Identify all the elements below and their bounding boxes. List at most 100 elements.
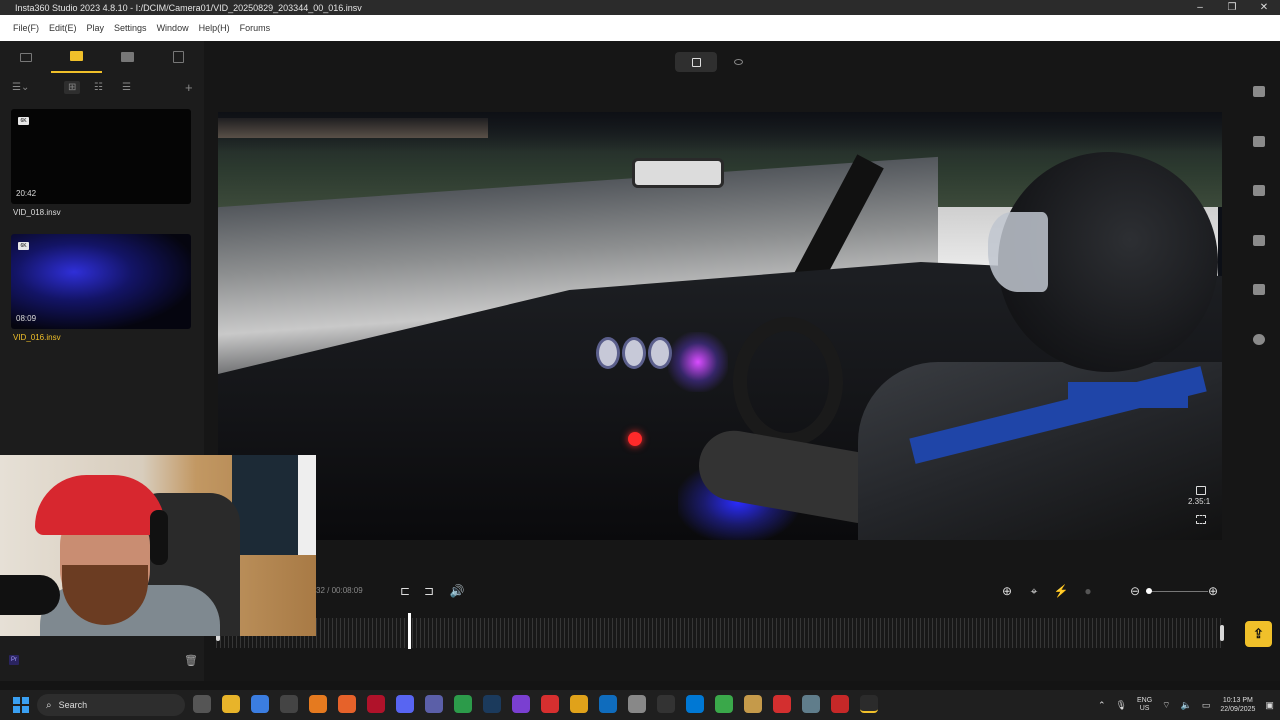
track-icon[interactable]: ⌖ — [1027, 584, 1041, 598]
battery-icon[interactable]: ▭ — [1202, 700, 1211, 711]
taskbar-apps — [193, 695, 878, 715]
layout-icon[interactable] — [1253, 235, 1265, 246]
tab-media[interactable] — [102, 41, 153, 73]
snapshot-icon[interactable] — [1196, 486, 1206, 495]
menu-file[interactable]: File(F) — [13, 23, 39, 33]
plugin-icon[interactable] — [1253, 136, 1265, 147]
zoom-in-icon[interactable]: ⊕ — [1206, 584, 1220, 598]
app-icon[interactable] — [512, 695, 530, 713]
settings-icon[interactable] — [802, 695, 820, 713]
app-icon[interactable] — [541, 695, 559, 713]
opera-icon[interactable] — [367, 695, 385, 713]
language-indicator[interactable]: ENG US — [1137, 697, 1152, 713]
list-view-icon[interactable]: ☰ — [122, 82, 131, 93]
windows-taskbar: ⌕ Search ⌃ 🎙 ENG US ⌔ 🔈 ▭ 10:13 PM 22/09… — [0, 690, 1280, 720]
mark-in-icon[interactable]: ⊏ — [398, 584, 412, 598]
start-button[interactable] — [13, 697, 29, 713]
add-keyframe-icon[interactable]: ⊕ — [1000, 584, 1014, 598]
add-file-icon[interactable]: + — [185, 80, 193, 95]
media-icon — [121, 52, 134, 62]
file-name[interactable]: VID_018.insv — [13, 208, 61, 217]
menu-forums[interactable]: Forums — [240, 23, 271, 33]
clock-date: 22/09/2025 — [1220, 706, 1256, 713]
fullscreen-icon[interactable] — [1196, 515, 1206, 524]
timeline-track[interactable] — [216, 618, 1224, 648]
app-icon[interactable] — [744, 695, 762, 713]
menu-edit[interactable]: Edit(E) — [49, 23, 77, 33]
flash-icon[interactable]: ⚡ — [1054, 584, 1069, 598]
reframe-icon[interactable] — [1253, 185, 1265, 196]
notification-icon[interactable]: ▣ — [1265, 700, 1274, 711]
volume-icon[interactable]: 🔈 — [1181, 700, 1192, 711]
camera-icon[interactable] — [1253, 86, 1265, 97]
playback-controls: 32 / 00:08:09 ⊏ ⊐ 🔊 ⊕ ⌖ ⚡ ● ⊖ ⊕ — [316, 579, 1280, 605]
app-icon[interactable] — [831, 695, 849, 713]
mark-out-icon[interactable]: ⊐ — [422, 584, 436, 598]
video-scene-glow — [668, 332, 728, 392]
steam-icon[interactable] — [483, 695, 501, 713]
microphone-icon[interactable]: 🎙 — [1116, 700, 1127, 711]
visual-studio-icon[interactable] — [425, 695, 443, 713]
app-icon[interactable] — [657, 695, 675, 713]
acrobat-icon[interactable] — [773, 695, 791, 713]
tab-library[interactable] — [51, 41, 102, 73]
app-icon[interactable] — [715, 695, 733, 713]
zoom-slider-knob[interactable] — [1146, 588, 1152, 594]
close-button[interactable]: ✕ — [1248, 2, 1280, 13]
video-preview[interactable] — [218, 112, 1222, 540]
insta360-icon[interactable] — [860, 695, 878, 713]
vlc-icon[interactable] — [309, 695, 327, 713]
app-icon[interactable] — [686, 695, 704, 713]
aspect-ratio-label[interactable]: 2.35:1 — [1188, 497, 1210, 506]
region-code: US — [1139, 705, 1150, 712]
speaker-icon[interactable]: 🔊 — [450, 584, 465, 598]
premiere-icon[interactable]: Pr — [9, 655, 19, 665]
file-explorer-icon[interactable] — [222, 695, 240, 713]
library-tabs — [0, 41, 204, 73]
tab-monitor[interactable] — [0, 41, 51, 73]
minimize-button[interactable]: – — [1184, 2, 1216, 13]
trash-icon[interactable]: 🗑 — [184, 654, 198, 667]
menu-play[interactable]: Play — [87, 23, 105, 33]
tab-document[interactable] — [153, 41, 204, 73]
disabled-tool-icon: ● — [1084, 584, 1092, 598]
browser-icon[interactable] — [454, 695, 472, 713]
app-icon[interactable] — [628, 695, 646, 713]
task-view-icon[interactable] — [193, 695, 211, 713]
taskbar-search[interactable]: ⌕ Search — [37, 694, 185, 716]
wifi-icon[interactable]: ⌔ — [1162, 700, 1170, 711]
export-button[interactable]: ⇪ — [1245, 621, 1272, 647]
app-workspace: ☰⌄ ⊞ ☷ ☰ + 6K 20:42 VID_018.insv 6K 08:0… — [0, 41, 1280, 681]
menu-settings[interactable]: Settings — [114, 23, 147, 33]
obs-icon[interactable] — [280, 695, 298, 713]
video-scene-roof — [218, 112, 1222, 152]
file-name-selected[interactable]: VID_016.insv — [13, 333, 61, 342]
clock[interactable]: 10:13 PM 22/09/2025 — [1220, 696, 1255, 714]
discord-icon[interactable] — [396, 695, 414, 713]
chevron-up-icon[interactable]: ⌃ — [1098, 700, 1106, 711]
maximize-button[interactable]: ❐ — [1216, 2, 1248, 13]
stack-icon[interactable] — [1253, 284, 1265, 295]
menu-help[interactable]: Help(H) — [199, 23, 230, 33]
grid-view-icon[interactable]: ⊞ — [64, 80, 81, 94]
detail-view-icon[interactable]: ☷ — [94, 82, 103, 93]
file-thumbnail-selected[interactable]: 6K 08:09 — [11, 234, 191, 329]
menu-window[interactable]: Window — [157, 23, 189, 33]
zoom-out-icon[interactable]: ⊖ — [1128, 584, 1142, 598]
outlook-icon[interactable] — [599, 695, 617, 713]
edit-icon — [691, 57, 701, 67]
edit-mode-button[interactable] — [675, 52, 717, 72]
right-toolbar — [1232, 41, 1280, 581]
firefox-icon[interactable] — [338, 695, 356, 713]
info-icon[interactable] — [1253, 334, 1265, 345]
copilot-icon[interactable] — [251, 695, 269, 713]
zoom-slider[interactable] — [1146, 591, 1208, 592]
video-scene-gauges — [596, 337, 676, 377]
preview-mode-button[interactable] — [717, 52, 759, 72]
file-thumbnail[interactable]: 6K 20:42 — [11, 109, 191, 204]
timeline-end-handle[interactable] — [1220, 625, 1224, 641]
app-icon[interactable] — [570, 695, 588, 713]
file-duration: 20:42 — [16, 189, 37, 198]
timeline-playhead[interactable] — [407, 613, 411, 649]
sort-menu-icon[interactable]: ☰⌄ — [12, 82, 29, 93]
